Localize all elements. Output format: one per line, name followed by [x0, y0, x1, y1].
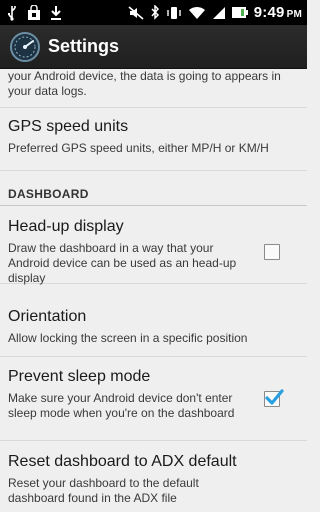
pref-prevent-sleep-mode[interactable]: Prevent sleep mode Make sure your Androi… — [0, 357, 307, 441]
pref-summary: Make sure your Android device don't ente… — [8, 391, 235, 420]
signal-icon — [212, 6, 226, 20]
bluetooth-icon — [150, 4, 160, 21]
status-time-suffix: PM — [286, 9, 302, 20]
vibrate-icon — [166, 5, 182, 21]
page-title: Settings — [48, 36, 120, 56]
pref-summary: Reset your dashboard to the default dash… — [8, 476, 199, 505]
shopping-bag-icon — [27, 4, 41, 21]
pref-orientation[interactable]: Orientation Allow locking the screen in … — [0, 284, 307, 357]
pref-summary: Allow locking the screen in a specific p… — [8, 331, 248, 345]
pref-title: GPS speed units — [8, 118, 129, 135]
speedometer-icon[interactable] — [9, 31, 41, 63]
download-icon — [50, 5, 62, 21]
prevent-sleep-checkbox[interactable] — [264, 389, 284, 407]
action-bar: Settings — [0, 25, 307, 69]
pref-title: Orientation — [8, 308, 87, 325]
head-up-checkbox[interactable] — [264, 244, 280, 260]
partial-summary: your Android device, the data is going t… — [8, 69, 281, 98]
category-header-dashboard: DASHBOARD — [8, 187, 89, 201]
pref-summary: Draw the dashboard in a way that your An… — [8, 241, 237, 285]
checkmark-icon — [265, 389, 284, 405]
pref-title: Prevent sleep mode — [8, 368, 151, 385]
wifi-icon — [188, 6, 206, 20]
status-time: 9:49 PM — [253, 4, 302, 21]
pref-summary: Preferred GPS speed units, either MP/H o… — [8, 141, 269, 155]
pref-title: Head-up display — [8, 218, 124, 235]
mute-icon — [128, 5, 144, 21]
settings-list[interactable]: your Android device, the data is going t… — [0, 69, 307, 512]
pref-gps-speed-units[interactable]: GPS speed units Preferred GPS speed unit… — [0, 108, 307, 171]
usb-icon — [6, 5, 18, 21]
pref-title: Reset dashboard to ADX default — [8, 453, 237, 470]
partial-preference-item[interactable]: your Android device, the data is going t… — [0, 69, 307, 108]
battery-icon — [231, 7, 248, 18]
pref-reset-dashboard[interactable]: Reset dashboard to ADX default Reset you… — [0, 441, 307, 512]
pref-head-up-display[interactable]: Head-up display Draw the dashboard in a … — [0, 206, 307, 285]
status-bar: 9:49 PM — [0, 0, 307, 25]
